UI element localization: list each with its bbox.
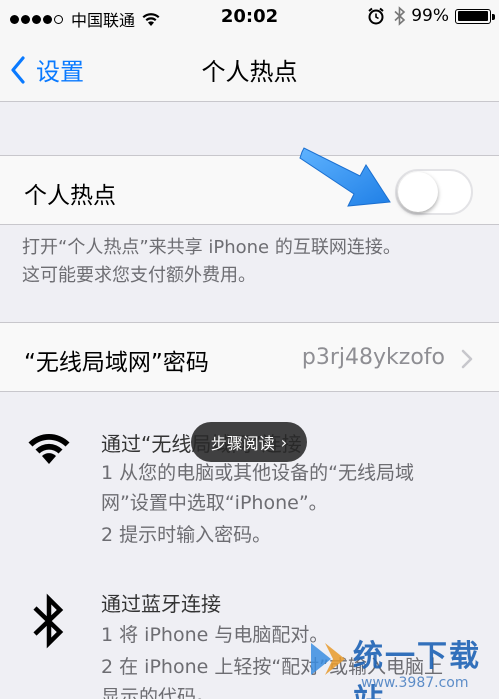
alarm-icon xyxy=(368,7,384,25)
wifi-password-value: p3rj48ykzofo xyxy=(301,345,445,370)
bluetooth-instructions-title: 通过蓝牙连接 xyxy=(101,592,221,616)
toggle-knob xyxy=(398,172,438,212)
step-line: 1 从您的电脑或其他设备的“无线局域 xyxy=(101,462,414,484)
watermark-logo-icon xyxy=(311,643,345,675)
wifi-icon xyxy=(28,434,70,464)
step-line: 网”设置中选取“iPhone”。 xyxy=(101,492,328,514)
bluetooth-icon xyxy=(33,593,64,649)
footer-line: 这可能要求您支付额外费用。 xyxy=(22,265,256,286)
hotspot-toggle[interactable] xyxy=(395,169,473,215)
wifi-step-2: 2 提示时输入密码。 xyxy=(101,524,272,546)
wifi-step-1: 1 从您的电脑或其他设备的“无线局域 网”设置中选取“iPhone”。 xyxy=(101,458,481,518)
wifi-password-label: “无线局域网”密码 xyxy=(24,350,209,376)
screen: 中国联通 20:02 99% 设置 个人热点 个人热点 打开“个人热点”来共享 … xyxy=(0,0,499,699)
battery-percentage: 99% xyxy=(411,6,449,26)
chevron-right-icon: › xyxy=(280,432,288,452)
status-bar: 中国联通 20:02 99% xyxy=(0,0,499,34)
chevron-right-icon xyxy=(461,349,473,369)
hotspot-label: 个人热点 xyxy=(24,183,116,209)
battery-tip xyxy=(492,13,495,20)
navigation-bar: 设置 个人热点 xyxy=(0,34,499,102)
status-right: 99% xyxy=(367,6,495,26)
page-title: 个人热点 xyxy=(201,58,298,86)
footer-line: 打开“个人热点”来共享 iPhone 的互联网连接。 xyxy=(22,237,401,258)
step-read-label: 步骤阅读 xyxy=(210,434,275,453)
watermark-url: www.3987.com xyxy=(361,675,469,691)
hotspot-cell: 个人热点 xyxy=(0,155,499,225)
hotspot-footer-note: 打开“个人热点”来共享 iPhone 的互联网连接。 这可能要求您支付额外费用。 xyxy=(22,234,482,290)
step-read-button[interactable]: 步骤阅读 › xyxy=(191,422,307,462)
battery-icon xyxy=(455,8,495,24)
bluetooth-status-icon xyxy=(394,6,406,26)
watermark: 统一下载站 www.3987.com xyxy=(305,629,495,699)
callout-arrow-icon xyxy=(299,147,391,207)
wifi-password-cell[interactable]: “无线局域网”密码 p3rj48ykzofo xyxy=(0,322,499,392)
battery-fill xyxy=(457,11,488,21)
